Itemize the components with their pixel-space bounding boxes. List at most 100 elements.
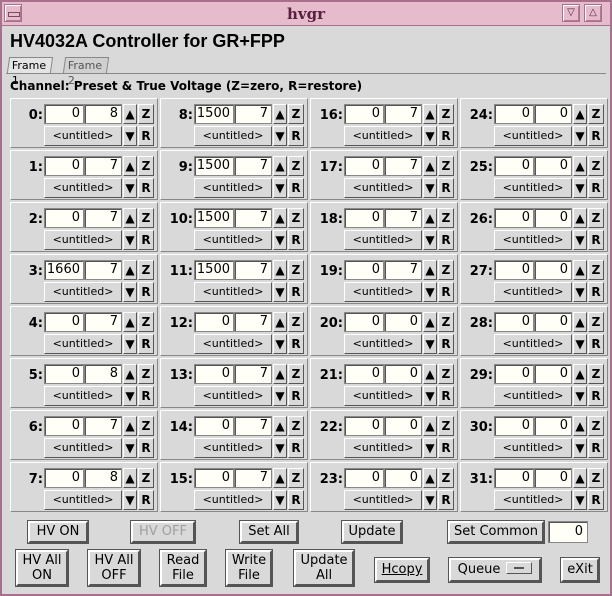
channel-name-button[interactable]: <untitled> — [44, 334, 122, 354]
set-all-button[interactable]: Set All — [239, 520, 299, 544]
write-file-button[interactable]: Write File — [225, 549, 273, 587]
increment-arrow-icon[interactable]: ▲ — [423, 364, 437, 384]
preset-voltage-input[interactable]: 0 — [494, 416, 534, 436]
decrement-arrow-icon[interactable]: ▼ — [423, 334, 437, 354]
increment-arrow-icon[interactable]: ▲ — [423, 260, 437, 280]
decrement-arrow-icon[interactable]: ▼ — [273, 230, 287, 250]
zero-button[interactable]: Z — [138, 312, 154, 332]
increment-arrow-icon[interactable]: ▲ — [123, 208, 137, 228]
channel-name-button[interactable]: <untitled> — [194, 386, 272, 406]
zero-button[interactable]: Z — [138, 416, 154, 436]
decrement-arrow-icon[interactable]: ▼ — [273, 490, 287, 510]
preset-voltage-input[interactable]: 0 — [44, 104, 84, 124]
increment-arrow-icon[interactable]: ▲ — [573, 468, 587, 488]
channel-name-button[interactable]: <untitled> — [194, 230, 272, 250]
channel-name-button[interactable]: <untitled> — [194, 490, 272, 510]
preset-voltage-input[interactable]: 0 — [494, 260, 534, 280]
restore-button[interactable]: R — [138, 334, 154, 354]
channel-name-button[interactable]: <untitled> — [44, 178, 122, 198]
increment-arrow-icon[interactable]: ▲ — [273, 208, 287, 228]
zero-button[interactable]: Z — [588, 208, 604, 228]
restore-button[interactable]: R — [288, 490, 304, 510]
decrement-arrow-icon[interactable]: ▼ — [573, 126, 587, 146]
zero-button[interactable]: Z — [288, 416, 304, 436]
channel-name-button[interactable]: <untitled> — [344, 282, 422, 302]
increment-arrow-icon[interactable]: ▲ — [123, 416, 137, 436]
restore-button[interactable]: R — [588, 178, 604, 198]
zero-button[interactable]: Z — [588, 468, 604, 488]
decrement-arrow-icon[interactable]: ▼ — [273, 178, 287, 198]
channel-name-button[interactable]: <untitled> — [44, 438, 122, 458]
increment-arrow-icon[interactable]: ▲ — [573, 260, 587, 280]
zero-button[interactable]: Z — [138, 104, 154, 124]
zero-button[interactable]: Z — [288, 156, 304, 176]
channel-name-button[interactable]: <untitled> — [494, 282, 572, 302]
exit-button[interactable]: eXit — [560, 557, 600, 583]
restore-button[interactable]: R — [588, 282, 604, 302]
zero-button[interactable]: Z — [138, 156, 154, 176]
increment-arrow-icon[interactable]: ▲ — [273, 104, 287, 124]
hv-all-on-button[interactable]: HV All ON — [15, 549, 69, 587]
tab-frame-2[interactable]: Frame 2 — [62, 57, 110, 87]
zero-button[interactable]: Z — [288, 468, 304, 488]
decrement-arrow-icon[interactable]: ▼ — [123, 386, 137, 406]
decrement-arrow-icon[interactable]: ▼ — [573, 230, 587, 250]
read-file-button[interactable]: Read File — [159, 549, 207, 587]
preset-voltage-input[interactable]: 1660 — [44, 260, 84, 280]
channel-name-button[interactable]: <untitled> — [194, 178, 272, 198]
channel-name-button[interactable]: <untitled> — [194, 438, 272, 458]
increment-arrow-icon[interactable]: ▲ — [573, 156, 587, 176]
preset-voltage-input[interactable]: 1500 — [194, 156, 234, 176]
restore-button[interactable]: R — [588, 126, 604, 146]
channel-name-button[interactable]: <untitled> — [344, 386, 422, 406]
restore-button[interactable]: R — [288, 386, 304, 406]
preset-voltage-input[interactable]: 0 — [494, 364, 534, 384]
preset-voltage-input[interactable]: 0 — [344, 468, 384, 488]
preset-voltage-input[interactable]: 0 — [194, 312, 234, 332]
hv-on-button[interactable]: HV ON — [27, 520, 89, 544]
channel-name-button[interactable]: <untitled> — [344, 334, 422, 354]
increment-arrow-icon[interactable]: ▲ — [123, 156, 137, 176]
decrement-arrow-icon[interactable]: ▼ — [123, 438, 137, 458]
increment-arrow-icon[interactable]: ▲ — [123, 364, 137, 384]
increment-arrow-icon[interactable]: ▲ — [273, 416, 287, 436]
increment-arrow-icon[interactable]: ▲ — [573, 416, 587, 436]
restore-button[interactable]: R — [438, 178, 454, 198]
decrement-arrow-icon[interactable]: ▼ — [123, 490, 137, 510]
zero-button[interactable]: Z — [438, 260, 454, 280]
decrement-arrow-icon[interactable]: ▼ — [423, 230, 437, 250]
preset-voltage-input[interactable]: 1500 — [194, 208, 234, 228]
channel-name-button[interactable]: <untitled> — [494, 178, 572, 198]
preset-voltage-input[interactable]: 0 — [344, 156, 384, 176]
zero-button[interactable]: Z — [438, 312, 454, 332]
channel-name-button[interactable]: <untitled> — [44, 230, 122, 250]
preset-voltage-input[interactable]: 0 — [494, 312, 534, 332]
preset-voltage-input[interactable]: 0 — [494, 208, 534, 228]
update-all-button[interactable]: Update All — [293, 549, 355, 587]
restore-button[interactable]: R — [288, 438, 304, 458]
decrement-arrow-icon[interactable]: ▼ — [423, 126, 437, 146]
restore-button[interactable]: R — [138, 282, 154, 302]
zero-button[interactable]: Z — [588, 364, 604, 384]
tab-frame-1[interactable]: Frame 1 — [6, 57, 54, 87]
zero-button[interactable]: Z — [288, 260, 304, 280]
channel-name-button[interactable]: <untitled> — [194, 126, 272, 146]
restore-button[interactable]: R — [288, 282, 304, 302]
channel-name-button[interactable]: <untitled> — [344, 178, 422, 198]
increment-arrow-icon[interactable]: ▲ — [273, 468, 287, 488]
minimize-button[interactable]: ▽ — [562, 4, 580, 22]
increment-arrow-icon[interactable]: ▲ — [423, 104, 437, 124]
preset-voltage-input[interactable]: 0 — [44, 364, 84, 384]
decrement-arrow-icon[interactable]: ▼ — [123, 282, 137, 302]
increment-arrow-icon[interactable]: ▲ — [423, 156, 437, 176]
zero-button[interactable]: Z — [138, 364, 154, 384]
restore-button[interactable]: R — [288, 334, 304, 354]
zero-button[interactable]: Z — [138, 468, 154, 488]
zero-button[interactable]: Z — [438, 156, 454, 176]
preset-voltage-input[interactable]: 0 — [344, 208, 384, 228]
preset-voltage-input[interactable]: 0 — [44, 468, 84, 488]
increment-arrow-icon[interactable]: ▲ — [123, 260, 137, 280]
zero-button[interactable]: Z — [588, 104, 604, 124]
restore-button[interactable]: R — [288, 178, 304, 198]
restore-button[interactable]: R — [138, 490, 154, 510]
